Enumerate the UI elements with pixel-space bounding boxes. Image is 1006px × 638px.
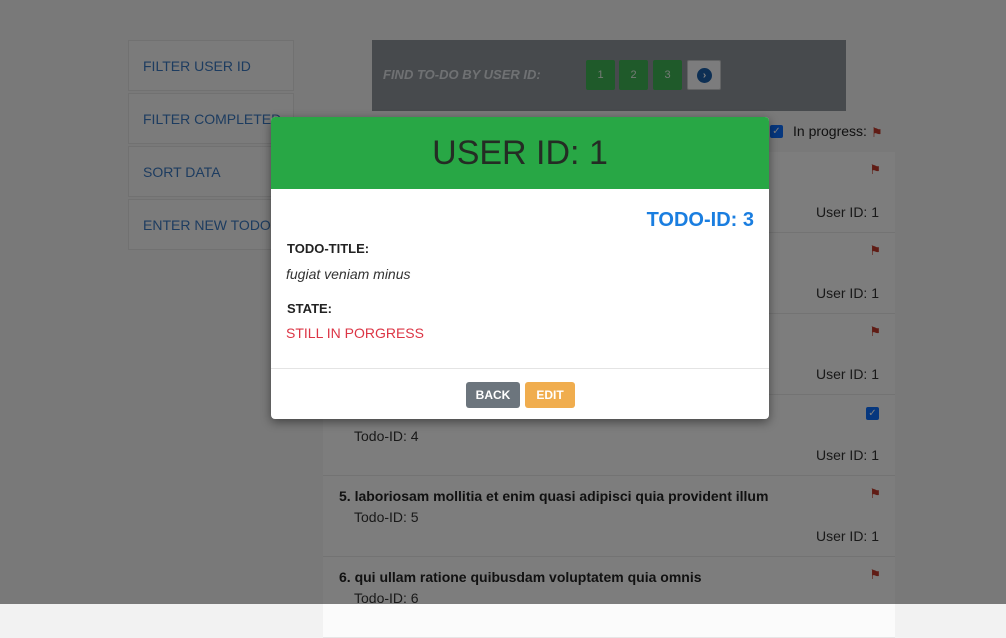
modal-title: USER ID: 1 <box>432 134 608 172</box>
state-label: STATE: <box>287 301 333 316</box>
todo-id-label: TODO-ID: 3 <box>646 209 754 231</box>
back-button[interactable]: BACK <box>466 382 520 408</box>
state-value: STILL IN PORGRESS <box>286 325 424 341</box>
modal-body: TODO-ID: 3 TODO-TITLE: fugiat veniam min… <box>271 189 769 369</box>
modal-header: USER ID: 1 <box>271 117 769 189</box>
modal-footer: BACK EDIT <box>271 369 769 419</box>
todo-title-value: fugiat veniam minus <box>286 266 411 282</box>
todo-title-label: TODO-TITLE: <box>287 241 370 256</box>
edit-button[interactable]: EDIT <box>525 382 575 408</box>
todo-detail-modal: USER ID: 1 TODO-ID: 3 TODO-TITLE: fugiat… <box>271 117 769 419</box>
